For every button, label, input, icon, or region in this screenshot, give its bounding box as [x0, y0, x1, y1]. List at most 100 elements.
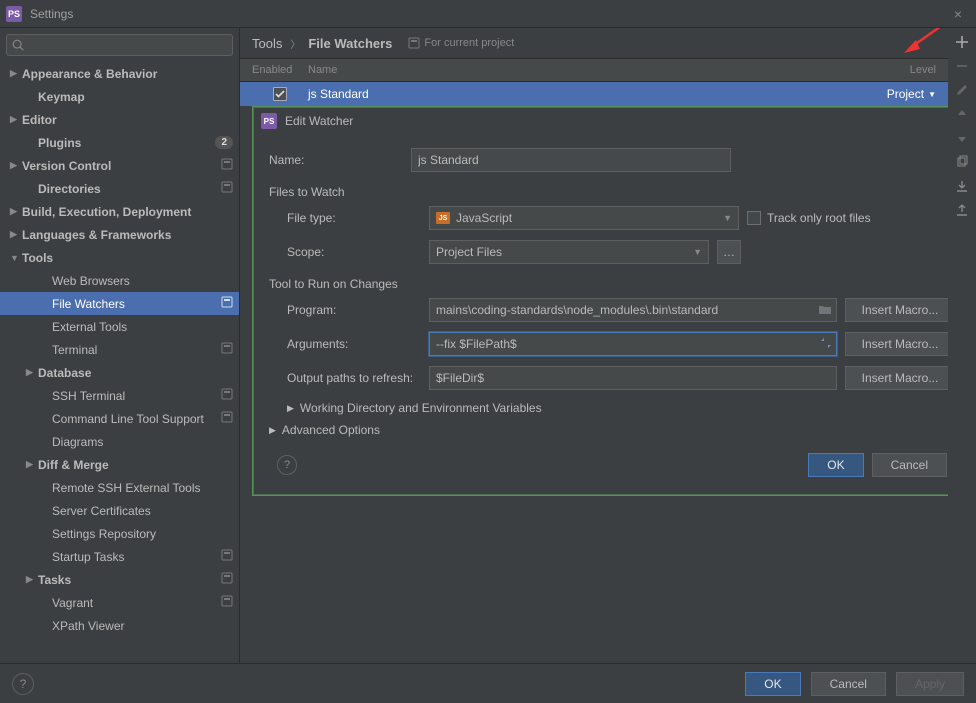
- sidebar-item-keymap[interactable]: Keymap: [0, 85, 239, 108]
- sidebar-item-file-watchers[interactable]: File Watchers: [0, 292, 239, 315]
- sidebar: ▶Appearance & Behavior Keymap ▶EditorPlugi…: [0, 28, 240, 663]
- chevron-down-icon[interactable]: ▼: [928, 90, 936, 99]
- ok-button[interactable]: OK: [745, 672, 800, 696]
- expand-icon[interactable]: [819, 336, 833, 350]
- help-button[interactable]: ?: [277, 455, 297, 475]
- chevron-right-icon: ▶: [10, 206, 22, 217]
- insert-macro-arguments-button[interactable]: Insert Macro...: [845, 332, 955, 356]
- arguments-input[interactable]: [429, 332, 837, 356]
- working-dir-section[interactable]: ▶ Working Directory and Environment Vari…: [287, 401, 955, 415]
- move-up-button[interactable]: [954, 106, 970, 122]
- sidebar-item-web-browsers[interactable]: Web Browsers: [0, 269, 239, 292]
- name-input[interactable]: [411, 148, 731, 172]
- sidebar-item-label: Build, Execution, Deployment: [22, 205, 233, 219]
- sidebar-item-version-control[interactable]: ▶Version Control: [0, 154, 239, 177]
- main-footer: ? OK Cancel Apply: [0, 663, 976, 703]
- dialog-cancel-button[interactable]: Cancel: [872, 453, 947, 477]
- move-down-button[interactable]: [954, 130, 970, 146]
- chevron-right-icon: ▶: [26, 367, 38, 378]
- chevron-down-icon: ▼: [693, 247, 702, 257]
- copy-button[interactable]: [954, 154, 970, 170]
- tool-section-label: Tool to Run on Changes: [269, 277, 955, 291]
- track-root-checkbox[interactable]: Track only root files: [747, 211, 871, 225]
- sidebar-item-label: Diff & Merge: [38, 458, 233, 472]
- col-header-enabled[interactable]: Enabled: [252, 64, 308, 76]
- chevron-right-icon: ▶: [10, 160, 22, 171]
- advanced-options-section[interactable]: ▶ Advanced Options: [269, 423, 955, 437]
- sidebar-item-xpath-viewer[interactable]: XPath Viewer: [0, 614, 239, 637]
- add-button[interactable]: [954, 34, 970, 50]
- sidebar-item-vagrant[interactable]: Vagrant: [0, 591, 239, 614]
- insert-macro-output-button[interactable]: Insert Macro...: [845, 366, 955, 390]
- sidebar-item-label: Startup Tasks: [52, 550, 221, 564]
- sidebar-item-database[interactable]: ▶Database: [0, 361, 239, 384]
- app-icon: PS: [6, 6, 22, 22]
- project-scope-icon: [221, 595, 233, 610]
- scope-ellipsis-button[interactable]: …: [717, 240, 741, 264]
- sidebar-item-server-certificates[interactable]: Server Certificates: [0, 499, 239, 522]
- sidebar-item-editor[interactable]: ▶Editor: [0, 108, 239, 131]
- sidebar-item-plugins[interactable]: Plugins2: [0, 131, 239, 154]
- row-level[interactable]: Project: [887, 87, 924, 101]
- breadcrumb: Tools 〉 File Watchers For current projec…: [240, 28, 948, 58]
- sidebar-item-languages-frameworks[interactable]: ▶Languages & Frameworks: [0, 223, 239, 246]
- file-type-select[interactable]: JSJavaScript ▼: [429, 206, 739, 230]
- apply-button[interactable]: Apply: [896, 672, 964, 696]
- help-button[interactable]: ?: [12, 673, 34, 695]
- program-label: Program:: [269, 303, 429, 317]
- sidebar-item-external-tools[interactable]: External Tools: [0, 315, 239, 338]
- chevron-right-icon: ▶: [26, 574, 38, 585]
- program-input[interactable]: [429, 298, 837, 322]
- project-scope-icon: [221, 411, 233, 426]
- chevron-right-icon: 〉: [290, 36, 300, 51]
- checkbox-checked-icon[interactable]: [273, 87, 287, 101]
- sidebar-item-diagrams[interactable]: Diagrams: [0, 430, 239, 453]
- sidebar-item-directories[interactable]: Directories: [0, 177, 239, 200]
- sidebar-item-label: Database: [38, 366, 233, 380]
- chevron-right-icon: ▶: [26, 459, 38, 470]
- titlebar: PS Settings ×: [0, 0, 976, 28]
- row-name: js Standard: [308, 87, 866, 101]
- project-scope-icon: [221, 158, 233, 173]
- insert-macro-program-button[interactable]: Insert Macro...: [845, 298, 955, 322]
- project-scope-icon: [221, 181, 233, 196]
- sidebar-item-label: Version Control: [22, 159, 221, 173]
- sidebar-item-label: Remote SSH External Tools: [52, 481, 233, 495]
- sidebar-item-settings-repository[interactable]: Settings Repository: [0, 522, 239, 545]
- sidebar-item-tools[interactable]: ▼Tools: [0, 246, 239, 269]
- search-input[interactable]: [6, 34, 233, 56]
- sidebar-item-label: Diagrams: [52, 435, 233, 449]
- sidebar-item-label: Server Certificates: [52, 504, 233, 518]
- sidebar-item-label: Tools: [22, 251, 233, 265]
- sidebar-item-appearance-behavior[interactable]: ▶Appearance & Behavior: [0, 62, 239, 85]
- col-header-level[interactable]: Level: [866, 64, 936, 76]
- edit-button[interactable]: [954, 82, 970, 98]
- output-paths-input[interactable]: [429, 366, 837, 390]
- export-button[interactable]: [954, 202, 970, 218]
- scope-select[interactable]: Project Files ▼: [429, 240, 709, 264]
- sidebar-item-label: External Tools: [52, 320, 233, 334]
- chevron-down-icon: ▼: [723, 213, 732, 223]
- close-icon[interactable]: ×: [946, 6, 970, 22]
- import-button[interactable]: [954, 178, 970, 194]
- table-row[interactable]: js Standard Project ▼: [240, 82, 948, 106]
- sidebar-item-label: Keymap: [38, 90, 233, 104]
- dialog-ok-button[interactable]: OK: [808, 453, 863, 477]
- cancel-button[interactable]: Cancel: [811, 672, 886, 696]
- sidebar-item-terminal[interactable]: Terminal: [0, 338, 239, 361]
- project-scope-icon: [221, 296, 233, 311]
- sidebar-item-diff-merge[interactable]: ▶Diff & Merge: [0, 453, 239, 476]
- folder-browse-icon[interactable]: [817, 302, 833, 318]
- sidebar-item-label: Command Line Tool Support: [52, 412, 221, 426]
- name-label: Name:: [269, 153, 411, 167]
- sidebar-item-startup-tasks[interactable]: Startup Tasks: [0, 545, 239, 568]
- sidebar-item-command-line-tool-support[interactable]: Command Line Tool Support: [0, 407, 239, 430]
- breadcrumb-root[interactable]: Tools: [252, 36, 282, 51]
- remove-button[interactable]: [954, 58, 970, 74]
- sidebar-item-ssh-terminal[interactable]: SSH Terminal: [0, 384, 239, 407]
- sidebar-item-remote-ssh-external-tools[interactable]: Remote SSH External Tools: [0, 476, 239, 499]
- sidebar-item-label: XPath Viewer: [52, 619, 233, 633]
- sidebar-item-tasks[interactable]: ▶Tasks: [0, 568, 239, 591]
- col-header-name[interactable]: Name: [308, 64, 866, 76]
- sidebar-item-build-execution-deployment[interactable]: ▶Build, Execution, Deployment: [0, 200, 239, 223]
